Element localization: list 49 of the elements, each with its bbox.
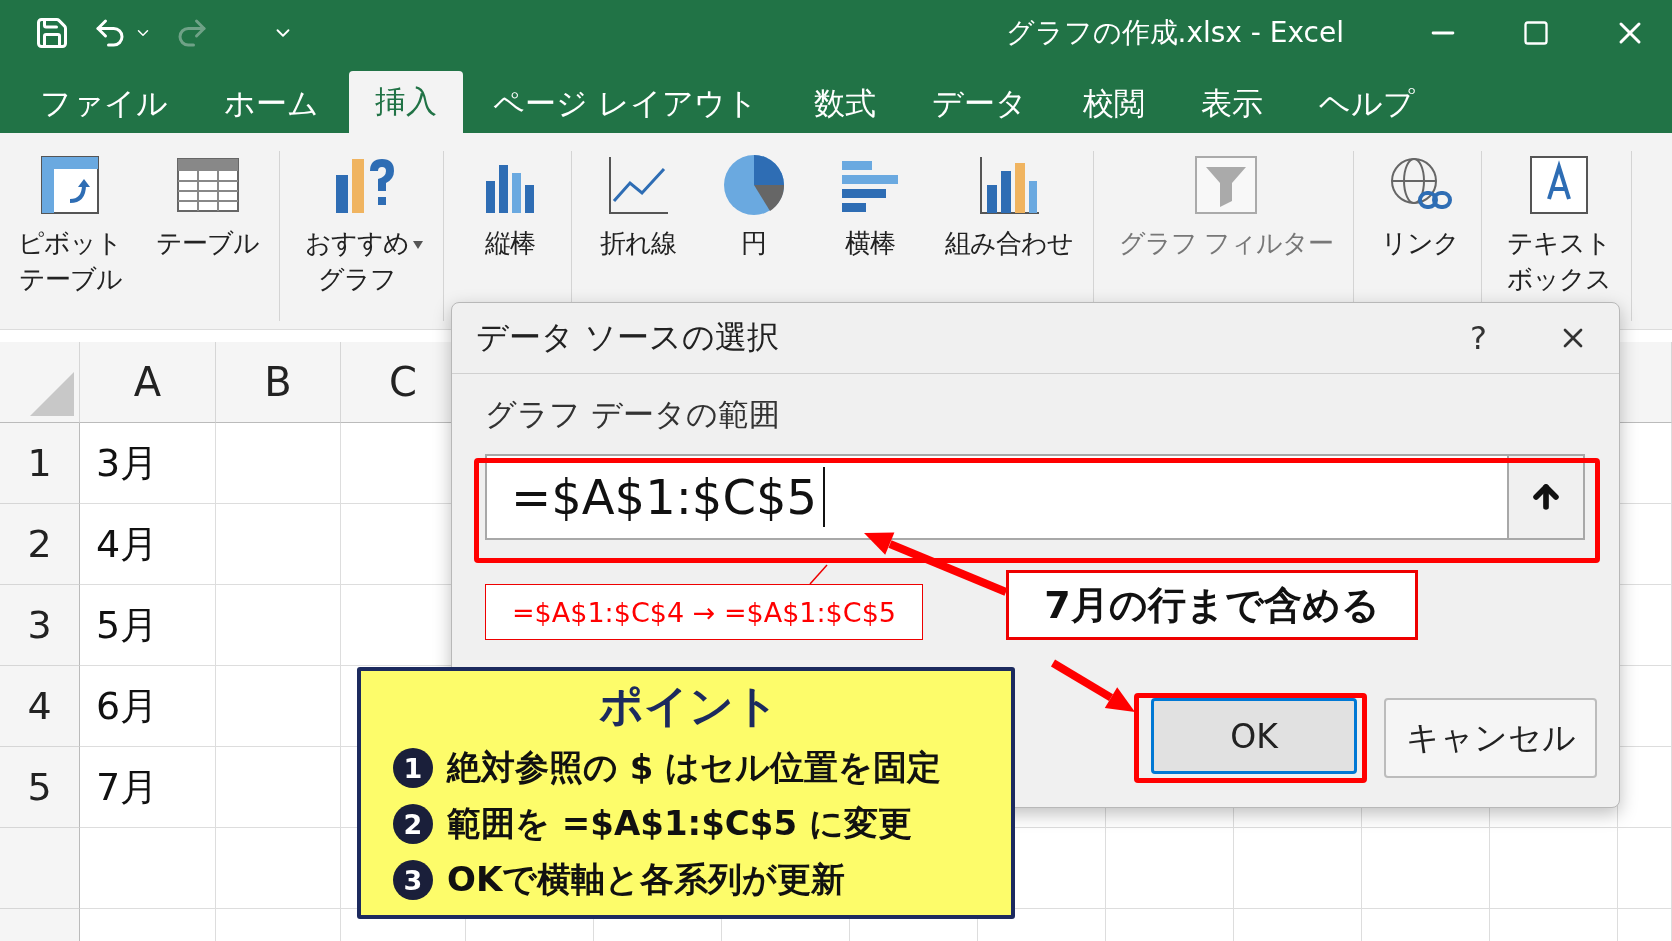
ribbon-button[interactable]: テキスト ボックス bbox=[1503, 151, 1615, 321]
ribbon-tab[interactable]: 挿入 bbox=[349, 71, 463, 133]
table-cell: 6月 bbox=[80, 666, 216, 747]
ribbon-tab[interactable]: ホーム bbox=[198, 75, 345, 133]
row-header[interactable]: 5 bbox=[0, 747, 80, 828]
save-icon[interactable] bbox=[34, 15, 70, 51]
column-header[interactable]: A bbox=[80, 342, 216, 423]
ribbon-tab[interactable]: ページ レイアウト bbox=[467, 75, 784, 133]
ribbon-button[interactable]: テーブル bbox=[152, 151, 263, 321]
ribbon-tab[interactable]: 校閲 bbox=[1056, 75, 1171, 133]
point-text: OKで横軸と各系列が更新 bbox=[447, 858, 846, 901]
field-label: グラフ データの範囲 bbox=[485, 395, 781, 434]
row-header[interactable]: 2 bbox=[0, 504, 80, 585]
point-text: 絶対参照の $ はセル位置を固定 bbox=[447, 746, 942, 789]
table-cell: 5月 bbox=[80, 585, 216, 666]
collapse-button[interactable] bbox=[1507, 456, 1583, 538]
change-note: =$A$1:$C$4 → =$A$1:$C$5 bbox=[485, 584, 923, 640]
number-badge: 3 bbox=[393, 860, 433, 900]
panel-title: ポイント bbox=[599, 679, 779, 733]
row-header[interactable]: 1 bbox=[0, 423, 80, 504]
point-text: 範囲を =$A$1:$C$5 に変更 bbox=[447, 802, 912, 845]
text-cursor bbox=[823, 467, 825, 527]
ribbon-tab[interactable]: 数式 bbox=[787, 75, 902, 133]
maximize-icon[interactable] bbox=[1522, 19, 1550, 47]
callout-label: 7月の行まで含める bbox=[1006, 570, 1418, 640]
ribbon-button[interactable]: 横棒 bbox=[824, 151, 915, 321]
ribbon-button[interactable]: 組み合わせ bbox=[940, 151, 1077, 321]
table-cell: 7月 bbox=[80, 747, 216, 828]
window-title: グラフの作成.xlsx - Excel bbox=[1005, 15, 1344, 51]
table-cell: 3月 bbox=[80, 423, 216, 504]
input-field[interactable]: =$A$1:$C$5 bbox=[485, 454, 1585, 540]
leader-line bbox=[809, 564, 828, 585]
caret-icon bbox=[412, 241, 423, 249]
dialog-button[interactable]: OK bbox=[1151, 698, 1357, 774]
table-cell: 4月 bbox=[80, 504, 216, 585]
row-header[interactable]: 4 bbox=[0, 666, 80, 747]
ribbon-button[interactable]: ピボット テーブル bbox=[14, 151, 126, 321]
row-header[interactable]: 3 bbox=[0, 585, 80, 666]
ribbon-button[interactable]: おすすめ グラフ bbox=[300, 151, 427, 321]
dialog-button[interactable]: キャンセル bbox=[1384, 698, 1597, 778]
ribbon-tab[interactable]: ヘルプ bbox=[1292, 75, 1441, 133]
column-header[interactable]: B bbox=[216, 342, 341, 423]
ribbon-tab[interactable]: 表示 bbox=[1174, 75, 1289, 133]
number-badge: 2 bbox=[393, 804, 433, 844]
ribbon-tab[interactable]: データ bbox=[905, 75, 1053, 133]
help-button[interactable]: ? bbox=[1464, 318, 1493, 358]
number-badge: 1 bbox=[393, 748, 433, 788]
ribbon-tab[interactable]: ファイル bbox=[14, 75, 194, 133]
ribbon-button[interactable]: リンク bbox=[1375, 151, 1466, 321]
